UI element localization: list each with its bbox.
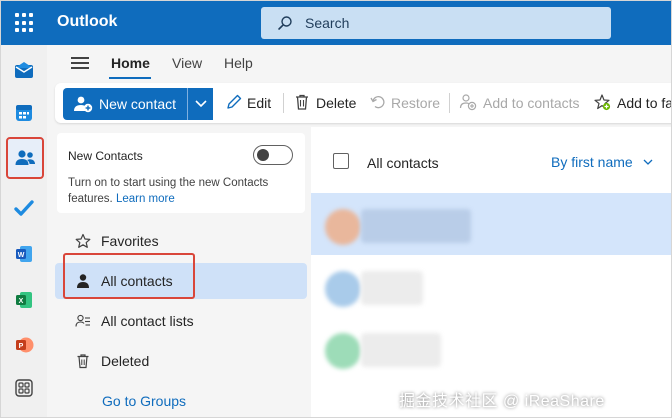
menu-icon[interactable] — [71, 57, 89, 69]
app-title: Outlook — [57, 13, 118, 30]
word-icon[interactable]: W — [9, 239, 39, 269]
contact-name-redacted — [361, 333, 441, 367]
powerpoint-icon[interactable]: P — [9, 330, 39, 360]
toggle-knob — [257, 149, 269, 161]
new-contacts-promo: New Contacts Turn on to start using the … — [57, 133, 305, 213]
star-icon — [75, 233, 91, 248]
new-contact-dropdown[interactable] — [187, 88, 213, 120]
avatar — [325, 271, 361, 307]
tab-view[interactable]: View — [172, 55, 202, 71]
search-icon — [278, 16, 292, 30]
chevron-down-icon — [195, 100, 207, 108]
chevron-down-icon — [643, 159, 653, 165]
search-input[interactable]: Search — [305, 15, 349, 31]
nav-item-deleted[interactable]: Deleted — [55, 343, 307, 379]
learn-more-link[interactable]: Learn more — [116, 193, 175, 205]
new-contacts-toggle[interactable] — [253, 145, 293, 165]
more-apps-icon[interactable] — [9, 373, 39, 403]
contact-list-icon — [75, 314, 90, 327]
calendar-icon[interactable] — [9, 98, 39, 128]
contact-row[interactable] — [311, 193, 671, 257]
toolbar-divider — [283, 93, 284, 113]
trash-icon — [296, 94, 308, 110]
search-box[interactable]: Search — [261, 7, 611, 39]
tab-help[interactable]: Help — [224, 55, 253, 71]
tab-home[interactable]: Home — [111, 55, 150, 71]
people-icon[interactable] — [6, 137, 44, 179]
contact-list-header: All contacts By first name — [311, 127, 671, 191]
nav-label: All contact lists — [101, 313, 194, 329]
app-launcher-icon[interactable] — [15, 13, 35, 33]
edit-icon — [227, 94, 242, 109]
ribbon-tabs: Home View Help — [47, 45, 671, 81]
restore-icon — [370, 96, 385, 109]
list-title: All contacts — [367, 155, 439, 171]
svg-text:P: P — [19, 343, 24, 350]
nav-item-all-contact-lists[interactable]: All contact lists — [55, 303, 307, 339]
star-add-icon — [594, 94, 611, 111]
active-tab-indicator — [109, 77, 151, 79]
outlook-window: Outlook Search W X P Home View Help New … — [0, 0, 672, 418]
add-person-icon — [74, 96, 93, 113]
sort-label: By first name — [551, 154, 633, 170]
new-contact-label: New contact — [99, 96, 177, 112]
sort-dropdown[interactable]: By first name — [551, 154, 653, 170]
toolbar-divider — [449, 93, 450, 113]
contact-name-redacted — [361, 271, 423, 305]
mail-icon[interactable] — [9, 55, 39, 85]
contact-row[interactable] — [311, 255, 671, 319]
nav-label: Deleted — [101, 353, 150, 369]
add-to-contacts-button[interactable]: Add to contacts — [483, 95, 580, 111]
go-to-groups-link[interactable]: Go to Groups — [102, 393, 186, 409]
delete-button[interactable]: Delete — [316, 95, 356, 111]
top-bar: Outlook Search — [1, 1, 671, 45]
add-person-icon — [459, 94, 477, 111]
todo-icon[interactable] — [9, 193, 39, 223]
promo-description: Turn on to start using the new Contacts … — [68, 175, 288, 207]
promo-title: New Contacts — [68, 149, 143, 163]
add-to-favorites-button[interactable]: Add to fa — [617, 95, 671, 111]
svg-text:X: X — [19, 298, 24, 305]
app-rail: W X P — [1, 45, 47, 417]
contact-row[interactable] — [311, 317, 671, 381]
svg-text:W: W — [18, 252, 25, 259]
contact-name-redacted — [361, 209, 471, 243]
command-bar: New contact Edit Delete Restore Add to c… — [55, 83, 671, 123]
watermark: 掘金技术社区 @ iReaShare — [399, 393, 605, 410]
nav-label: Favorites — [101, 233, 159, 249]
restore-button[interactable]: Restore — [391, 95, 440, 111]
trash-icon — [77, 354, 89, 369]
edit-button[interactable]: Edit — [247, 95, 271, 111]
select-all-checkbox[interactable] — [333, 153, 349, 169]
avatar — [325, 333, 361, 369]
excel-icon[interactable]: X — [9, 285, 39, 315]
avatar — [325, 209, 361, 245]
annotation-highlight — [63, 253, 195, 299]
